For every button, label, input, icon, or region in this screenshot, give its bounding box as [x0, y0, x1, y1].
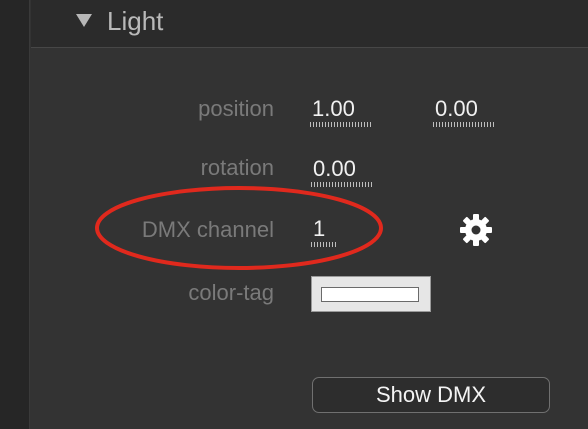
- left-sidebar-strip: [0, 0, 30, 429]
- show-dmx-button[interactable]: Show DMX: [312, 377, 550, 413]
- color-tag-swatch-fill: [321, 287, 419, 302]
- red-annotation-ellipse: [95, 186, 383, 270]
- position-y-scrub-ticks[interactable]: [433, 122, 496, 127]
- position-x-value: 1.00: [312, 96, 355, 121]
- position-x-scrub-ticks[interactable]: [310, 122, 373, 127]
- rotation-value: 0.00: [313, 156, 356, 181]
- position-x-field[interactable]: 1.00: [310, 97, 375, 127]
- light-section-header[interactable]: Light: [31, 0, 588, 48]
- rotation-label: rotation: [200, 155, 274, 180]
- position-y-value: 0.00: [435, 96, 478, 121]
- triangle-down-icon[interactable]: [76, 14, 92, 27]
- gear-icon[interactable]: [459, 213, 493, 247]
- color-tag-swatch[interactable]: [311, 276, 431, 312]
- position-label: position: [198, 96, 274, 121]
- section-title: Light: [107, 6, 164, 36]
- position-y-field[interactable]: 0.00: [433, 97, 498, 127]
- rotation-field[interactable]: 0.00: [311, 157, 376, 187]
- light-inspector-panel: Light position 1.00 0.00 rotation 0.00 D…: [0, 0, 588, 429]
- color-tag-label: color-tag: [188, 280, 274, 305]
